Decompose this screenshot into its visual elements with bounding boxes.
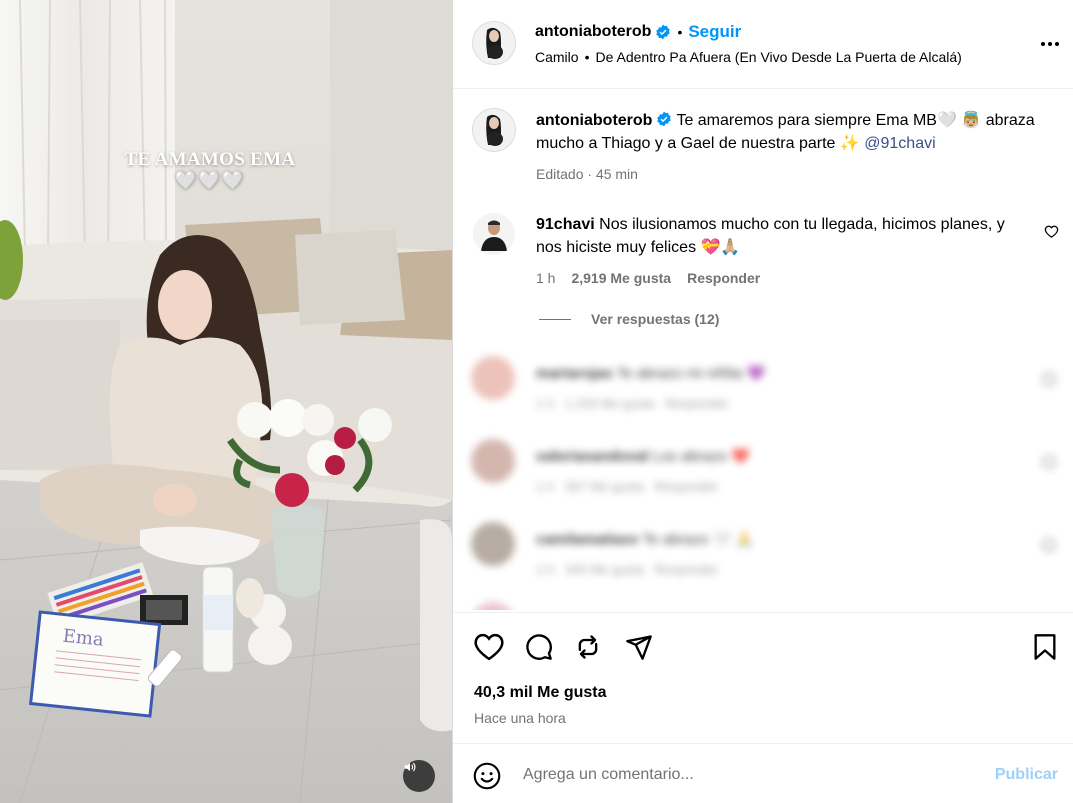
audio-title: De Adentro Pa Afuera (En Vivo Desde La P… (595, 49, 962, 65)
author-username[interactable]: antoniaboterob (535, 23, 651, 41)
story-hearts: 🤍🤍🤍 (174, 170, 246, 190)
verified-badge-icon (656, 24, 671, 40)
post-media[interactable]: Ema TE AMAMOS EMA 🤍🤍🤍 (0, 0, 452, 803)
blurred-comment-text: martarojas Te abrazo mi niñita 💜 (536, 365, 766, 382)
publish-button[interactable]: Publicar (995, 766, 1058, 784)
comment-text: 91chavi Nos ilusionamos mucho con tu lle… (536, 213, 1006, 259)
commenter-username[interactable]: 91chavi (536, 216, 595, 233)
header-title-row: antoniaboterob • Seguir (535, 22, 741, 42)
likes-count[interactable]: 40,3 mil Me gusta (474, 684, 607, 702)
comment-composer: Publicar (453, 743, 1073, 803)
blurred-avatar (471, 522, 515, 566)
comment-likes[interactable]: 2,919 Me gusta (571, 270, 671, 286)
caption-time[interactable]: 45 min (596, 166, 638, 182)
comment-bubble-icon[interactable] (524, 633, 554, 661)
share-send-icon[interactable] (624, 633, 654, 661)
audio-toggle-button[interactable] (403, 760, 435, 792)
caption-text: antoniaboterob Te amaremos para siempre … (536, 109, 1036, 155)
caption-username[interactable]: antoniaboterob (536, 112, 652, 129)
follow-button[interactable]: Seguir (688, 22, 741, 42)
reply-button[interactable]: Responder (687, 270, 760, 286)
blurred-avatar (471, 439, 515, 483)
avatar-image (473, 22, 515, 64)
post-photo: Ema (0, 0, 452, 803)
emoji-icon[interactable] (473, 762, 501, 790)
verified-badge-icon (657, 111, 672, 127)
caption-mention-link[interactable]: @91chavi (864, 135, 935, 152)
edited-label: Editado (536, 166, 584, 182)
post-detail-panel: antoniaboterob • Seguir Camilo • De Aden… (452, 0, 1073, 803)
blurred-comment-partial (453, 596, 1073, 610)
comment-input[interactable] (523, 762, 953, 788)
blurred-heart-icon (1042, 538, 1056, 552)
speaker-icon (404, 762, 416, 772)
svg-text:Ema: Ema (62, 626, 105, 651)
more-options-button[interactable] (1040, 30, 1060, 59)
blurred-heart-icon (1042, 455, 1056, 469)
story-text: TE AMAMOS EMA (124, 149, 296, 170)
view-replies-label: Ver respuestas (12) (591, 311, 720, 327)
blurred-comment: valeriasandoval Los abrazo ❤️ 1 h 567 Me… (453, 433, 1073, 503)
blurred-avatar (471, 602, 515, 610)
blurred-heart-icon (1042, 372, 1056, 386)
comment-time[interactable]: 1 h (536, 270, 555, 286)
audio-separator: • (584, 49, 590, 65)
audio-info[interactable]: Camilo • De Adentro Pa Afuera (En Vivo D… (535, 49, 962, 65)
separator-dot: • (677, 24, 683, 40)
commenter-avatar[interactable] (473, 213, 515, 255)
action-bar: 40,3 mil Me gusta Hace una hora (453, 612, 1073, 742)
blurred-comment: camilamatiasv Te abrazo 🤍 🙏 1 h 345 Me g… (453, 516, 1073, 586)
post-time[interactable]: Hace una hora (474, 710, 566, 726)
like-heart-icon[interactable] (474, 633, 504, 661)
caption-avatar[interactable] (473, 109, 515, 151)
blurred-comment-meta: 1 h 345 Me gusta Responder (536, 562, 719, 577)
blurred-comment-text: camilamatiasv Te abrazo 🤍 🙏 (536, 531, 755, 548)
blurred-comment: martarojas Te abrazo mi niñita 💜 1 h 1.2… (453, 350, 1073, 420)
audio-artist: Camilo (535, 49, 579, 65)
more-icon (1041, 42, 1059, 46)
post-header: antoniaboterob • Seguir Camilo • De Aden… (453, 0, 1073, 89)
replies-divider-line (539, 318, 571, 320)
blurred-comment-text: valeriasandoval Los abrazo ❤️ (536, 448, 750, 465)
comment-meta: 1 h 2,919 Me gusta Responder (536, 270, 760, 286)
comments-list[interactable]: antoniaboterob Te amaremos para siempre … (453, 90, 1073, 610)
blurred-comment-meta: 1 h 567 Me gusta Responder (536, 479, 719, 494)
view-replies-button[interactable]: Ver respuestas (12) (539, 311, 719, 327)
repost-icon[interactable] (574, 633, 602, 661)
avatar-image (473, 213, 515, 255)
like-comment-heart-icon[interactable] (1044, 224, 1059, 239)
caption-meta: Editado · 45 min (536, 166, 638, 182)
comment-body: Nos ilusionamos mucho con tu llegada, hi… (536, 216, 1005, 256)
save-bookmark-icon[interactable] (1033, 633, 1057, 661)
blurred-avatar (471, 356, 515, 400)
avatar-image (473, 109, 515, 151)
blurred-comment-meta: 1 h 1.234 Me gusta Responder (536, 396, 729, 411)
author-avatar[interactable] (473, 22, 515, 64)
